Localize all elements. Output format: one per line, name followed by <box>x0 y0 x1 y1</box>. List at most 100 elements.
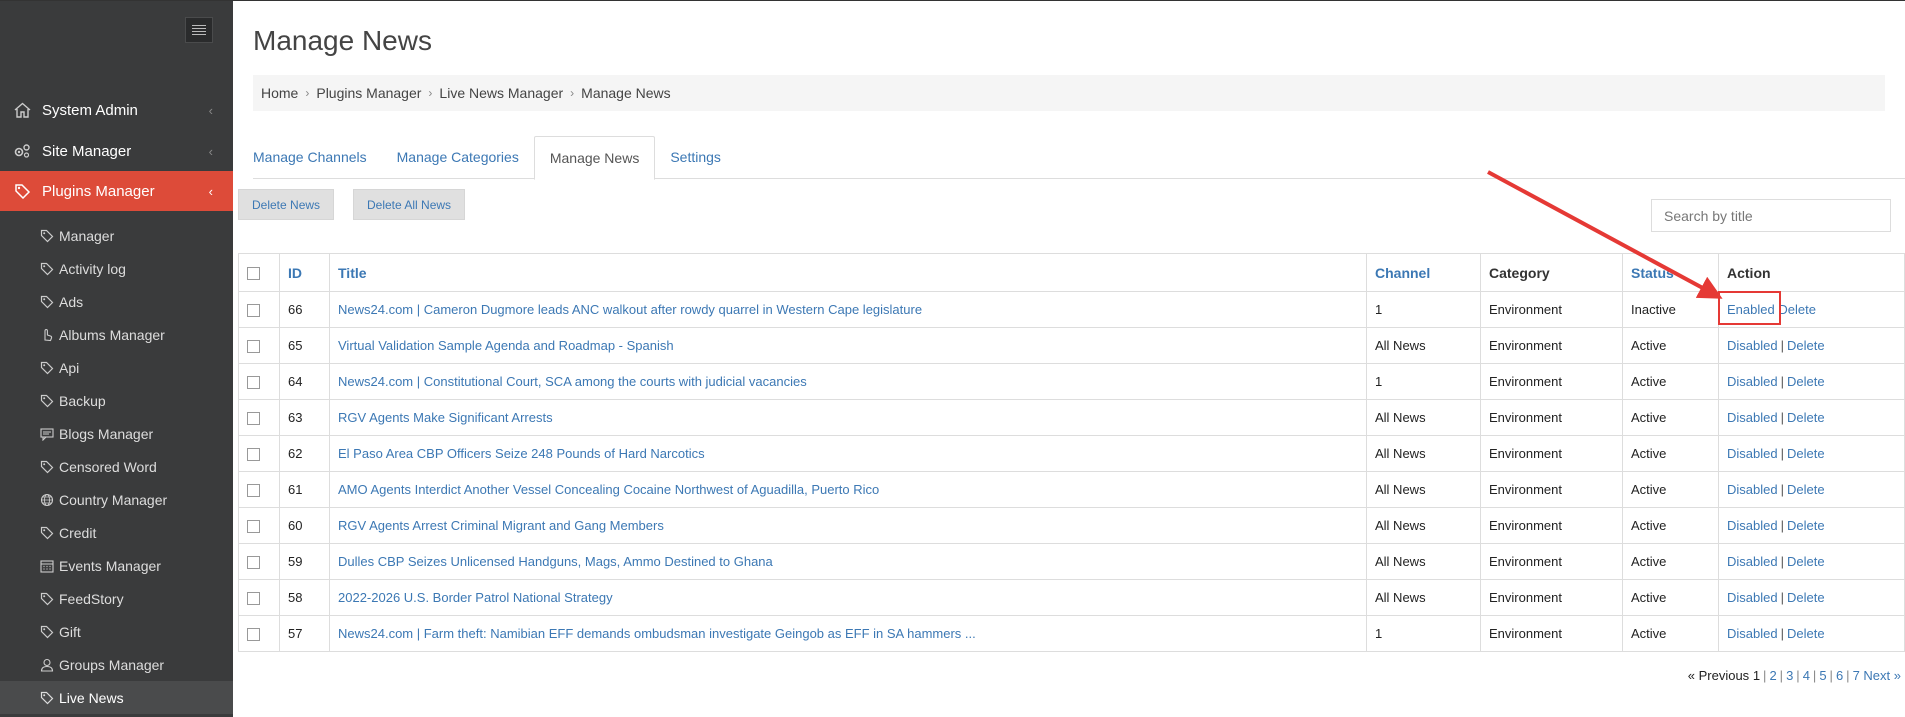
pagination-page[interactable]: 3 <box>1786 668 1793 683</box>
sidebar-subitem-manager[interactable]: Manager <box>0 219 233 252</box>
delete-link[interactable]: Delete <box>1787 374 1825 389</box>
row-title-link[interactable]: News24.com | Cameron Dugmore leads ANC w… <box>338 302 922 317</box>
sidebar-subitem-backup[interactable]: Backup <box>0 384 233 417</box>
row-status: Inactive <box>1622 291 1719 328</box>
row-id: 62 <box>279 435 330 472</box>
sidebar-subitem-blogs-manager[interactable]: Blogs Manager <box>0 417 233 450</box>
pagination: « Previous 1 | 2 | 3 | 4 | 5 | 6 | 7 Next » <box>1687 668 1901 683</box>
row-category: Environment <box>1480 543 1623 580</box>
row-category: Environment <box>1480 471 1623 508</box>
row-checkbox[interactable] <box>247 484 260 498</box>
disable-link[interactable]: Disabled <box>1727 374 1778 389</box>
sidebar-subitem-country-manager[interactable]: Country Manager <box>0 483 233 516</box>
disable-link[interactable]: Disabled <box>1727 518 1778 533</box>
pagination-page[interactable]: 4 <box>1803 668 1810 683</box>
row-checkbox[interactable] <box>247 556 260 570</box>
pagination-page[interactable]: 6 <box>1836 668 1843 683</box>
delete-link[interactable]: Delete <box>1787 554 1825 569</box>
row-title-link[interactable]: Dulles CBP Seizes Unlicensed Handguns, M… <box>338 554 773 569</box>
delete-news-button[interactable]: Delete News <box>238 189 335 220</box>
pagination-page[interactable]: 5 <box>1819 668 1826 683</box>
pagination-page[interactable]: 2 <box>1769 668 1776 683</box>
tab-settings[interactable]: Settings <box>655 136 736 179</box>
sidebar-item-site-manager[interactable]: Site Manager ‹ <box>0 131 233 171</box>
row-checkbox[interactable] <box>247 304 260 318</box>
row-checkbox[interactable] <box>247 376 260 390</box>
sidebar-item-plugins-manager[interactable]: Plugins Manager ‹ <box>0 171 233 211</box>
disable-link[interactable]: Disabled <box>1727 590 1778 605</box>
tab-manage-categories[interactable]: Manage Categories <box>382 136 534 179</box>
sidebar: System Admin ‹ Site Manager ‹ Plugins Ma… <box>0 1 233 717</box>
row-category: Environment <box>1480 579 1623 616</box>
sidebar-subitem-feedstory[interactable]: FeedStory <box>0 582 233 615</box>
disable-link[interactable]: Disabled <box>1727 482 1778 497</box>
tab-manage-channels[interactable]: Manage Channels <box>253 136 382 179</box>
row-checkbox[interactable] <box>247 448 260 462</box>
sidebar-subitem-censored-word[interactable]: Censored Word <box>0 450 233 483</box>
delete-all-news-button[interactable]: Delete All News <box>353 189 466 220</box>
chevron-left-icon: ‹ <box>208 102 213 118</box>
column-status[interactable]: Status <box>1622 253 1719 292</box>
row-checkbox[interactable] <box>247 520 260 534</box>
delete-link[interactable]: Delete <box>1787 446 1825 461</box>
row-checkbox[interactable] <box>247 340 260 354</box>
delete-link[interactable]: Delete <box>1787 482 1825 497</box>
column-id[interactable]: ID <box>279 253 330 292</box>
sidebar-item-system-admin[interactable]: System Admin ‹ <box>0 90 233 130</box>
sidebar-subitem-activity-log[interactable]: Activity log <box>0 252 233 285</box>
chevron-right-icon: › <box>570 86 575 100</box>
sidebar-subitem-groups-manager[interactable]: Groups Manager <box>0 648 233 681</box>
row-status: Active <box>1622 471 1719 508</box>
column-title[interactable]: Title <box>329 253 1367 292</box>
sidebar-subitem-api[interactable]: Api <box>0 351 233 384</box>
row-title-link[interactable]: News24.com | Farm theft: Namibian EFF de… <box>338 626 976 641</box>
delete-link[interactable]: Delete <box>1787 626 1825 641</box>
sidebar-subitem-live-news[interactable]: Live News <box>0 681 233 714</box>
chevron-right-icon: › <box>428 86 433 100</box>
sidebar-subitem-events-manager[interactable]: Events Manager <box>0 549 233 582</box>
sidebar-subitem-credit[interactable]: Credit <box>0 516 233 549</box>
row-title-link[interactable]: News24.com | Constitutional Court, SCA a… <box>338 374 807 389</box>
delete-link[interactable]: Delete <box>1778 302 1816 317</box>
globe-icon <box>40 493 54 507</box>
column-channel[interactable]: Channel <box>1366 253 1481 292</box>
row-title-link[interactable]: RGV Agents Arrest Criminal Migrant and G… <box>338 518 664 533</box>
row-status: Active <box>1622 543 1719 580</box>
row-checkbox[interactable] <box>247 628 260 642</box>
row-title-link[interactable]: AMO Agents Interdict Another Vessel Conc… <box>338 482 879 497</box>
row-status: Active <box>1622 327 1719 364</box>
sidebar-subitem-gift[interactable]: Gift <box>0 615 233 648</box>
disable-link[interactable]: Disabled <box>1727 410 1778 425</box>
breadcrumb-home[interactable]: Home <box>261 85 298 101</box>
search-input[interactable] <box>1651 199 1891 232</box>
pagination-next[interactable]: Next » <box>1863 668 1901 683</box>
row-title-link[interactable]: El Paso Area CBP Officers Seize 248 Poun… <box>338 446 705 461</box>
delete-link[interactable]: Delete <box>1787 518 1825 533</box>
delete-link[interactable]: Delete <box>1787 410 1825 425</box>
row-checkbox[interactable] <box>247 412 260 426</box>
breadcrumb-live-news-manager[interactable]: Live News Manager <box>439 85 563 101</box>
tab-manage-news[interactable]: Manage News <box>533 136 656 180</box>
disable-link[interactable]: Disabled <box>1727 554 1778 569</box>
menu-toggle-button[interactable] <box>185 17 213 43</box>
row-channel: All News <box>1366 435 1481 472</box>
column-action: Action <box>1718 253 1905 292</box>
disable-link[interactable]: Disabled <box>1727 338 1778 353</box>
pagination-page[interactable]: 7 <box>1853 668 1860 683</box>
breadcrumb-plugins-manager[interactable]: Plugins Manager <box>316 85 421 101</box>
home-icon <box>12 101 32 119</box>
row-title-link[interactable]: 2022-2026 U.S. Border Patrol National St… <box>338 590 613 605</box>
row-title-link[interactable]: Virtual Validation Sample Agenda and Roa… <box>338 338 674 353</box>
delete-link[interactable]: Delete <box>1787 338 1825 353</box>
select-all-checkbox[interactable] <box>247 267 260 281</box>
disable-link[interactable]: Disabled <box>1727 626 1778 641</box>
row-channel: All News <box>1366 327 1481 364</box>
sidebar-subitem-albums-manager[interactable]: Albums Manager <box>0 318 233 351</box>
sidebar-subitem-ads[interactable]: Ads <box>0 285 233 318</box>
row-checkbox[interactable] <box>247 592 260 606</box>
disable-link[interactable]: Disabled <box>1727 446 1778 461</box>
table-row: 59 Dulles CBP Seizes Unlicensed Handguns… <box>238 543 1905 580</box>
delete-link[interactable]: Delete <box>1787 590 1825 605</box>
row-category: Environment <box>1480 435 1623 472</box>
row-title-link[interactable]: RGV Agents Make Significant Arrests <box>338 410 553 425</box>
